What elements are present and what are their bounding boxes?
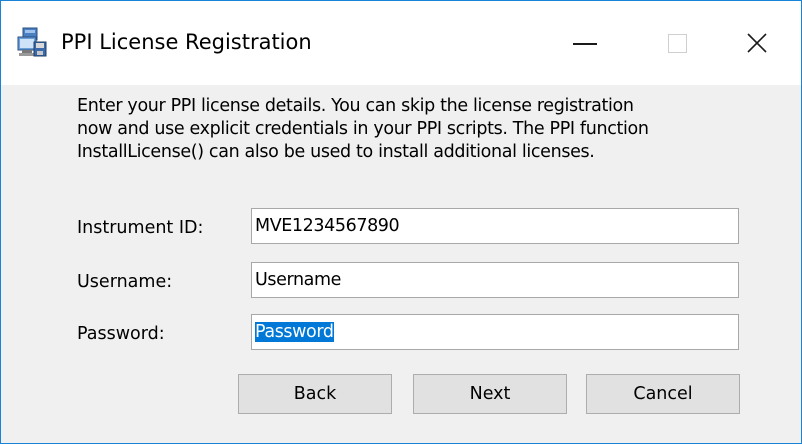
next-button[interactable]: Next [413, 374, 567, 414]
username-value: Username [255, 270, 342, 290]
username-label: Username: [77, 272, 173, 292]
cancel-button[interactable]: Cancel [586, 374, 740, 414]
password-input[interactable]: Password [251, 314, 739, 350]
instrument-id-value: MVE1234567890 [255, 216, 400, 236]
installer-icon [15, 25, 49, 59]
username-input[interactable]: Username [251, 262, 739, 298]
password-value: Password [255, 322, 334, 342]
dialog-window: PPI License Registration Enter your PPI … [0, 0, 802, 444]
minimize-button[interactable] [539, 1, 631, 85]
close-button[interactable] [713, 1, 801, 85]
maximize-button[interactable] [631, 1, 723, 85]
intro-line: Enter your PPI license details. You can … [77, 96, 634, 116]
password-label: Password: [77, 324, 165, 344]
title-bar[interactable]: PPI License Registration [1, 1, 801, 85]
intro-text: Enter your PPI license details. You can … [77, 95, 757, 164]
maximize-icon [667, 33, 687, 53]
back-button[interactable]: Back [238, 374, 392, 414]
close-icon [747, 33, 767, 53]
minimize-icon [573, 43, 597, 45]
intro-line: InstallLicense() can also be used to ins… [77, 142, 595, 162]
window-title: PPI License Registration [61, 30, 312, 54]
intro-line: now and use explicit credentials in your… [77, 119, 649, 139]
instrument-id-label: Instrument ID: [77, 218, 204, 238]
instrument-id-input[interactable]: MVE1234567890 [251, 208, 739, 244]
